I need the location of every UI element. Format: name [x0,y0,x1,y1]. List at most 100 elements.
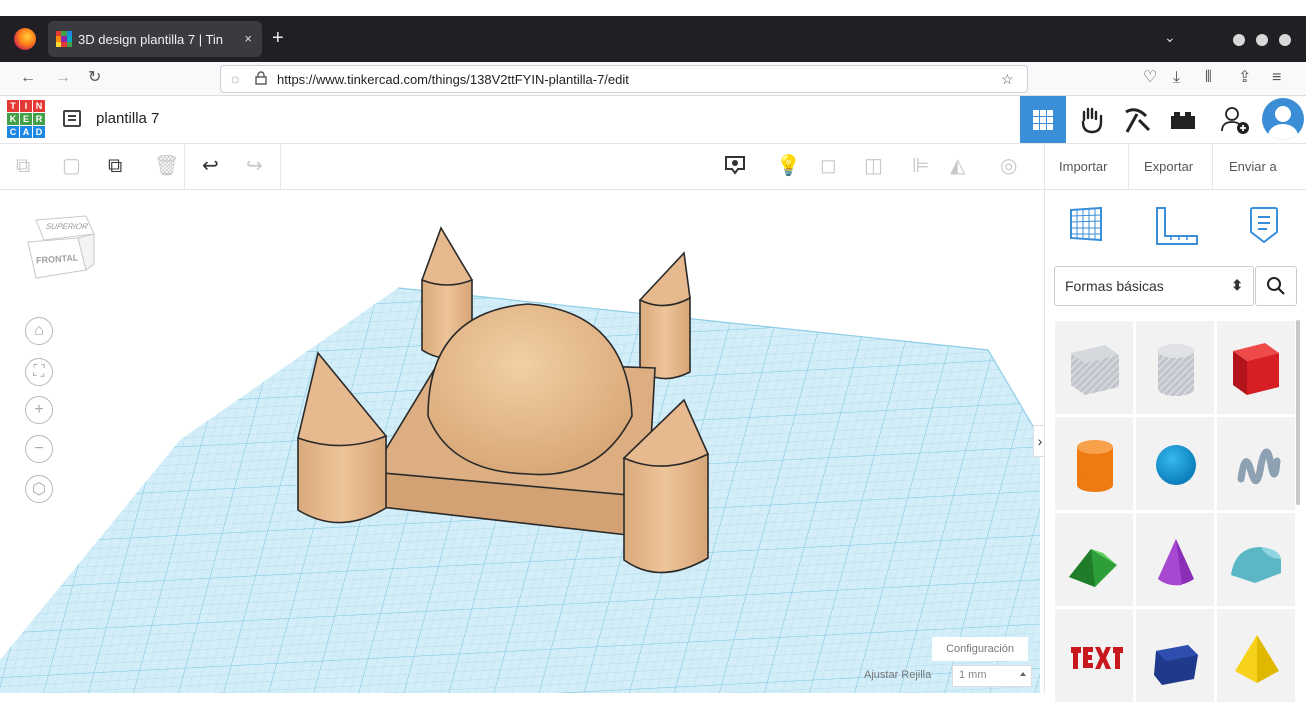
design-list-icon[interactable] [63,110,81,127]
align-icon[interactable]: ⊫ [912,153,929,179]
snap-grid-select[interactable]: 1 mm [952,665,1032,687]
browser-nav-bar: ← → ↻ ◌ https://www.tinkercad.com/things… [0,62,1306,96]
close-window-icon[interactable] [1279,34,1291,46]
panel-collapse-button[interactable]: › [1033,425,1044,457]
import-button[interactable]: Importar [1059,159,1107,174]
sim-lab-button[interactable] [1160,96,1206,143]
toolbar-divider [280,144,281,190]
duplicate-icon[interactable]: ⧉ [108,153,122,179]
zoom-out-button[interactable]: − [25,435,53,463]
round-roof-icon [1231,547,1281,583]
toolbar-divider [1044,144,1045,190]
bulb-icon[interactable]: 💡 [776,153,801,179]
shape-prism[interactable] [1135,608,1215,703]
tower-back-right[interactable] [638,251,691,380]
logo-letter: A [20,126,32,138]
trash-icon[interactable]: 🗑 [154,153,179,179]
redo-arrow-icon[interactable]: ↪ [246,153,263,179]
copy-icon[interactable]: ⧉ [16,153,30,179]
caret-up-icon [1020,672,1026,676]
logo-letter: E [20,113,32,125]
show-all-eye-icon[interactable] [724,153,746,184]
shape-search-button[interactable] [1255,266,1297,306]
workplane-scene[interactable] [0,190,1044,693]
edit-toolbar: ⧉ ▢ ⧉ 🗑 ↩ ↪ 💡 ◻ ◫ ⊫ ◭ ◎ Importar Exporta… [0,144,1306,190]
logo-letter: C [7,126,19,138]
library-icon[interactable]: ⫴ [1205,70,1212,86]
logo-letter: D [33,126,45,138]
3d-view-button[interactable] [1020,96,1066,143]
group-icon[interactable]: ◻ [820,153,837,179]
perspective-button[interactable]: ⬡ [25,475,53,503]
pocket-icon[interactable]: ♡ [1143,70,1157,86]
tinkercad-favicon-icon [56,31,72,47]
view-cube[interactable]: SUPERIOR FRONTAL [22,212,96,288]
bricks-view-button[interactable] [1114,96,1160,143]
cone-icon [1158,539,1194,586]
shape-cylinder-hole[interactable] [1135,320,1215,415]
undo-arrow-icon[interactable]: ↩ [202,153,219,179]
workplane-viewport[interactable]: SUPERIOR FRONTAL ⌂ ⛶ + − ⬡ Configuración… [0,190,1044,693]
minimize-window-icon[interactable] [1233,34,1245,46]
mirror-icon[interactable]: ◭ [950,153,965,179]
shield-icon[interactable]: ◌ [231,71,239,87]
home-view-button[interactable]: ⌂ [25,317,53,345]
shape-pyramid[interactable] [1216,608,1296,703]
cruise-icon[interactable]: ◎ [1000,153,1017,179]
shape-round-roof[interactable] [1216,512,1296,607]
forward-arrow-icon[interactable]: → [55,70,71,86]
logo-letter: N [33,100,45,112]
menu-hamburger-icon[interactable]: ≡ [1272,70,1281,86]
shape-cone[interactable] [1135,512,1215,607]
back-arrow-icon[interactable]: ← [20,70,36,86]
panel-scrollbar[interactable] [1296,320,1300,505]
url-bar[interactable]: ◌ https://www.tinkercad.com/things/138V2… [220,65,1028,93]
home-icon: ⌂ [34,322,44,339]
blocks-view-button[interactable] [1068,96,1114,143]
cube-perspective-icon: ⬡ [32,481,46,498]
share-icon[interactable]: ⇪ [1238,70,1251,86]
zoom-in-button[interactable]: + [25,396,53,424]
workplane-settings-button[interactable]: Configuración [932,637,1028,661]
project-name[interactable]: plantilla 7 [96,110,159,127]
shape-sphere[interactable] [1135,416,1215,511]
ruler-icon[interactable] [1153,206,1199,246]
text-3d-icon [1071,647,1123,669]
new-tab-button[interactable]: + [272,28,284,48]
browser-tab-active[interactable]: 3D design plantilla 7 | Tin × [48,21,262,57]
ungroup-icon[interactable]: ◫ [864,153,883,179]
paste-icon[interactable]: ▢ [62,153,81,179]
toolbar-divider [1128,144,1129,190]
shape-box[interactable] [1216,320,1296,415]
view-cube-top-label: SUPERIOR [44,222,90,231]
notes-icon[interactable] [1249,206,1279,244]
firefox-logo-icon[interactable] [14,28,36,50]
fit-view-button[interactable]: ⛶ [25,358,53,386]
sphere-icon [1156,445,1196,485]
search-icon [1267,277,1285,295]
downloads-icon[interactable]: ⤓ [1173,70,1180,86]
list-tabs-chevron-icon[interactable]: ⌄ [1164,29,1176,46]
logo-letter: K [7,113,19,125]
invite-user-button[interactable] [1212,96,1258,143]
add-user-icon [1221,106,1249,134]
shape-box-hole[interactable] [1054,320,1134,415]
lock-icon[interactable] [255,71,267,88]
user-avatar[interactable] [1262,98,1304,140]
tinkercad-logo[interactable]: T I N K E R C A D [7,100,45,138]
workplane-grid-icon[interactable] [1069,206,1103,242]
shape-scribble[interactable] [1216,416,1296,511]
shape-category-select[interactable]: Formas básicas ⬍ [1054,266,1254,306]
bookmark-star-icon[interactable]: ☆ [1001,71,1014,88]
reload-icon[interactable]: ↻ [88,70,101,86]
shape-text[interactable] [1054,608,1134,703]
tab-close-icon[interactable]: × [244,31,252,46]
shape-roof[interactable] [1054,512,1134,607]
maximize-window-icon[interactable] [1256,34,1268,46]
hand-icon [1081,107,1103,133]
send-to-button[interactable]: Enviar a [1229,159,1277,174]
roof-icon [1069,549,1117,587]
export-button[interactable]: Exportar [1144,159,1193,174]
cylinder-icon [1077,440,1113,492]
shape-cylinder[interactable] [1054,416,1134,511]
